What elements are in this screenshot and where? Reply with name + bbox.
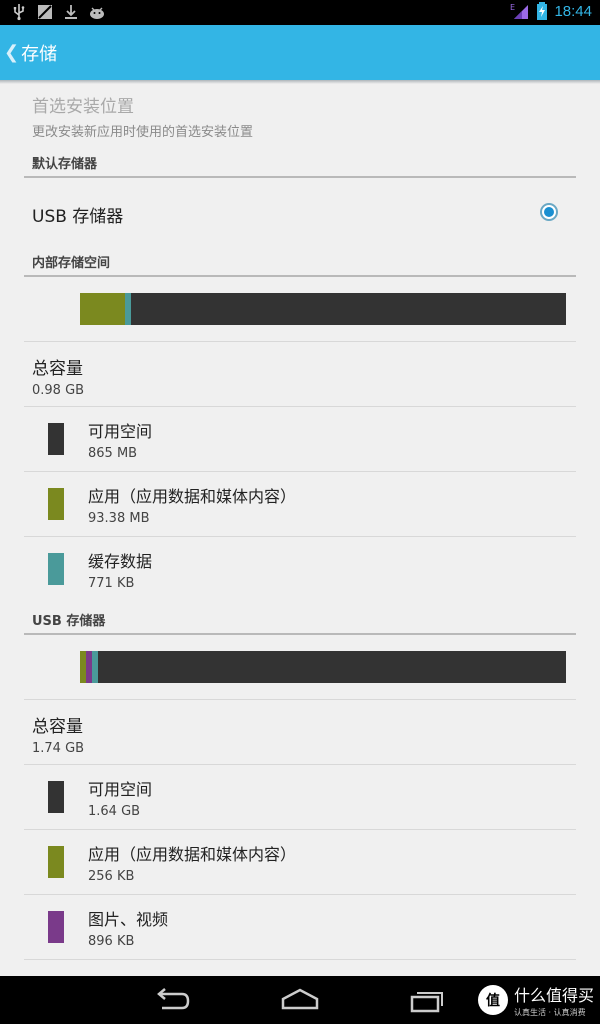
section-header-default-storage: 默认存储器 [24,151,576,178]
internal-usage-cache [125,293,131,325]
watermark: 值 什么值得买 认真生活 · 认真消费 [477,982,594,1018]
navigation-bar: 值 什么值得买 认真生活 · 认真消费 [0,976,600,1024]
default-storage-usb-option[interactable]: USB 存储器 [24,182,576,238]
svg-text:E: E [510,3,515,12]
color-swatch [48,488,64,520]
usb-usage-cache [92,651,98,683]
internal-total-value: 0.98 GB [32,383,85,398]
install-location-title: 首选安装位置 [32,97,134,117]
section-header-internal-storage: 内部存储空间 [24,250,576,277]
page-title: 存储 [21,43,58,65]
color-swatch [48,423,64,455]
install-location-preference: 首选安装位置 更改安装新应用时使用的首选安装位置 [32,92,253,140]
clock: 18:44 [554,2,592,20]
usb-storage-option-label: USB 存储器 [32,207,124,227]
divider [24,699,576,700]
internal-storage-usage-bar [80,293,566,325]
install-location-summary: 更改安装新应用时使用的首选安装位置 [32,125,254,140]
divider [24,341,576,342]
internal-total-capacity: 总容量 0.98 GB [32,354,84,398]
internal-item-cache[interactable]: 缓存数据 771 KB [24,537,576,601]
color-swatch [48,911,64,943]
usb-item-free[interactable]: 可用空间 1.64 GB [24,765,576,829]
color-swatch [48,781,64,813]
section-header-usb-storage: USB 存储器 [24,608,576,635]
recent-apps-icon[interactable] [408,984,448,1016]
android-icon [90,7,104,19]
up-button[interactable]: ❮ 存储 [4,25,67,80]
usb-total-value: 1.74 GB [32,741,85,756]
status-bar-notifications [10,3,106,21]
internal-total-label: 总容量 [32,359,83,379]
usb-storage-usage-bar [80,651,566,683]
download-icon [65,5,77,19]
usb-item-apps[interactable]: 应用（应用数据和媒体内容） 256 KB [24,830,576,894]
usb-total-capacity: 总容量 1.74 GB [32,712,84,756]
action-bar-shadow [0,80,600,84]
usb-item-media[interactable]: 图片、视频 896 KB [24,895,576,959]
screenshot-icon [38,5,52,19]
status-bar: E 18:44 [0,0,600,25]
signal-icon: E [510,3,529,19]
battery-charging-icon [537,2,548,20]
color-swatch [48,846,64,878]
usb-icon [13,4,25,21]
color-swatch [48,553,64,585]
usb-storage-radio-button[interactable] [540,203,558,221]
chevron-left-icon: ❮ [4,42,20,63]
action-bar: ❮ 存储 [0,25,600,80]
watermark-main: 什么值得买 [513,986,594,1005]
internal-usage-apps [80,293,125,325]
back-icon[interactable] [152,984,192,1016]
home-icon[interactable] [280,984,320,1016]
status-bar-system: E 18:44 [510,2,592,20]
internal-item-free[interactable]: 可用空间 865 MB [24,407,576,471]
watermark-logo: 值 [477,985,508,1015]
usb-total-label: 总容量 [32,717,83,737]
watermark-sub: 认真生活 · 认真消费 [513,1008,586,1017]
internal-item-apps[interactable]: 应用（应用数据和媒体内容） 93.38 MB [24,472,576,536]
